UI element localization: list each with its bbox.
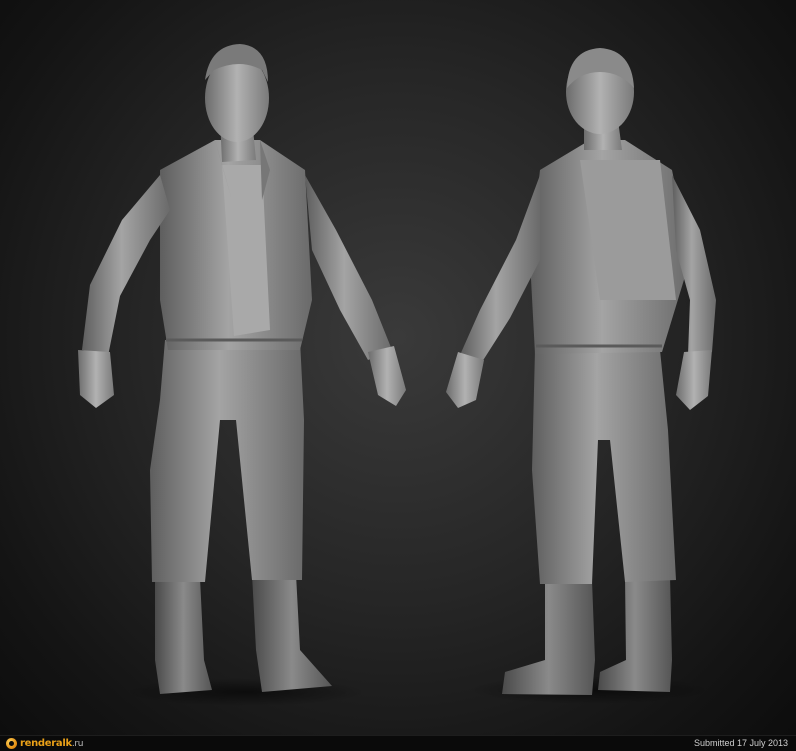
footer-bar: renderalk.ru Submitted 17 July 2013	[0, 735, 796, 751]
logo-text: renderalk.ru	[20, 738, 84, 749]
site-logo[interactable]: renderalk.ru	[6, 737, 84, 750]
logo-icon	[6, 738, 17, 749]
character-sculpt-render	[78, 44, 716, 706]
submitted-date: Submitted 17 July 2013	[693, 738, 788, 748]
front-view-figure	[78, 44, 406, 706]
render-viewport	[0, 0, 796, 735]
back-view-figure	[446, 48, 716, 704]
